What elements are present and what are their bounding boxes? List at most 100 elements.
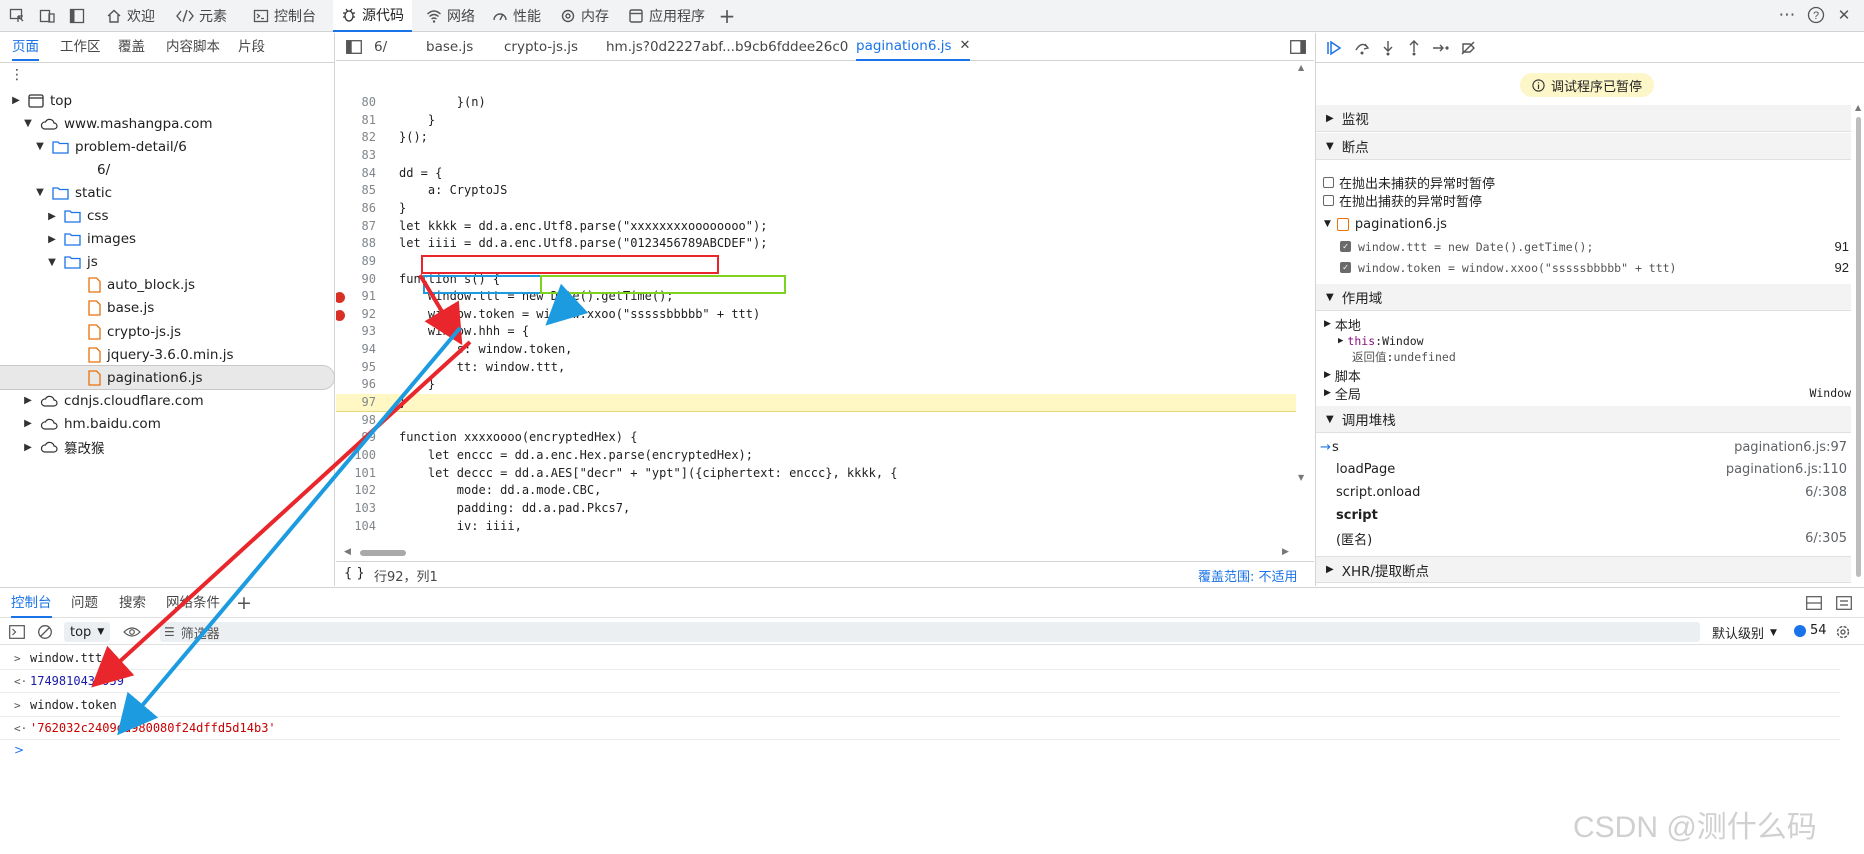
- editor-vertical-scrollbar[interactable]: ▲ ▼: [1294, 63, 1308, 483]
- nav-tab-overrides[interactable]: 覆盖: [118, 33, 145, 61]
- console-settings-icon[interactable]: [1834, 623, 1852, 641]
- live-expression-icon[interactable]: [122, 623, 142, 641]
- breakpoint-checkbox[interactable]: ✓: [1340, 262, 1351, 273]
- expand-arrow-icon[interactable]: ▶: [46, 211, 58, 222]
- tree-item[interactable]: ▼ www.mashangpa.com: [0, 112, 334, 135]
- tree-item[interactable]: ▶ images: [0, 228, 334, 251]
- line-number[interactable]: 84: [336, 165, 376, 183]
- help-button[interactable]: ?: [1805, 4, 1827, 26]
- breakpoints-section-header[interactable]: ▼ 断点: [1316, 133, 1851, 160]
- expand-arrow-icon[interactable]: ▼: [34, 187, 46, 198]
- breakpoint-checkbox[interactable]: ✓: [1340, 241, 1351, 252]
- frame-location[interactable]: 6/:305: [1805, 531, 1847, 546]
- step-over-icon[interactable]: [1352, 39, 1372, 57]
- code-line[interactable]: 96 }: [336, 376, 1296, 394]
- code-line[interactable]: 81 }: [336, 112, 1296, 130]
- xhr-breakpoints-section-header[interactable]: ▶ XHR/提取断点: [1316, 556, 1851, 583]
- expand-arrow-icon[interactable]: ▶: [10, 95, 22, 106]
- code-line[interactable]: 104 iv: iiii,: [336, 518, 1296, 533]
- console-message[interactable]: <· 1749810438959: [0, 670, 1840, 694]
- tab-memory[interactable]: 内存: [552, 0, 617, 32]
- drawer-tab-network-conditions[interactable]: 网络条件: [166, 588, 220, 618]
- console-sidebar-icon[interactable]: [8, 623, 26, 641]
- scope-global-row[interactable]: ▶ 全局 Window: [1316, 384, 1851, 403]
- code-area[interactable]: 80 }(n) 81 } 82}(); 83 84 dd = {85 a: CryptoJ…: [336, 53, 1296, 533]
- code-line[interactable]: 86}: [336, 200, 1296, 218]
- deactivate-breakpoints-icon[interactable]: [1458, 39, 1478, 57]
- console-message[interactable]: <· '762032c2409dd980080f24dffd5d14b3': [0, 717, 1840, 740]
- line-number[interactable]: 83: [336, 147, 376, 165]
- breakpoint-item[interactable]: ✓ window.token = window.xxoo("sssssbbbbb…: [1316, 257, 1851, 278]
- scope-section-header[interactable]: ▼ 作用域: [1316, 284, 1851, 311]
- step-out-icon[interactable]: [1404, 39, 1424, 57]
- line-number[interactable]: 80: [336, 94, 376, 112]
- scope-this-row[interactable]: ▶ this: Window: [1316, 333, 1851, 349]
- code-line[interactable]: 83: [336, 147, 1296, 165]
- line-number[interactable]: 95: [336, 359, 376, 377]
- close-devtools-button[interactable]: ✕: [1833, 4, 1855, 26]
- console-message[interactable]: > window.ttt: [0, 647, 1840, 670]
- add-drawer-tab-button[interactable]: +: [236, 588, 252, 618]
- watch-section-header[interactable]: ▶ 监视: [1316, 105, 1851, 132]
- nav-tab-snippets[interactable]: 片段: [238, 33, 265, 61]
- inspect-element-icon[interactable]: [6, 6, 28, 26]
- drawer-tab-search[interactable]: 搜索: [119, 588, 146, 618]
- code-line[interactable]: 103 padding: dd.a.pad.Pkcs7,: [336, 500, 1296, 518]
- line-number[interactable]: 97: [336, 394, 376, 412]
- nav-tab-content-scripts[interactable]: 内容脚本: [166, 33, 220, 61]
- nav-tab-workspace[interactable]: 工作区: [60, 33, 101, 61]
- tree-item[interactable]: jquery-3.6.0.min.js: [0, 343, 334, 366]
- navigator-menu-icon[interactable]: ⋮: [10, 67, 24, 83]
- tree-item[interactable]: ▶ 篡改猴: [0, 436, 334, 459]
- resume-icon[interactable]: [1324, 39, 1344, 57]
- pretty-print-button[interactable]: { }: [344, 566, 365, 581]
- expand-arrow-icon[interactable]: ▶: [46, 234, 58, 245]
- callstack-section-header[interactable]: ▼ 调用堆栈: [1316, 406, 1851, 433]
- line-number[interactable]: 86: [336, 200, 376, 218]
- line-number[interactable]: 90: [336, 271, 376, 289]
- code-line[interactable]: 84 dd = {: [336, 165, 1296, 183]
- callstack-frame[interactable]: (匿名) 6/:305: [1316, 527, 1851, 549]
- breakpoint-file-row[interactable]: ▼ pagination6.js: [1316, 214, 1851, 234]
- expand-arrow-icon[interactable]: ▶: [22, 442, 34, 453]
- more-options-button[interactable]: ⋯: [1776, 4, 1798, 26]
- context-selector[interactable]: top ▼: [64, 622, 111, 642]
- callstack-frame[interactable]: script.onload 6/:308: [1316, 482, 1851, 504]
- tree-item[interactable]: crypto-js.js: [0, 320, 334, 343]
- code-line[interactable]: 88 let iiii = dd.a.enc.Utf8.parse("012345…: [336, 235, 1296, 253]
- frame-location[interactable]: 6/:308: [1805, 485, 1847, 500]
- line-number[interactable]: 89: [336, 253, 376, 271]
- line-number[interactable]: 104: [336, 518, 376, 533]
- coverage-status[interactable]: 覆盖范围: 不适用: [1198, 566, 1298, 585]
- callstack-frame[interactable]: → s pagination6.js:97: [1316, 436, 1851, 458]
- tree-item[interactable]: base.js: [0, 297, 334, 320]
- scope-script-row[interactable]: ▶ 脚本: [1316, 366, 1851, 385]
- tab-application[interactable]: 应用程序: [620, 0, 713, 32]
- console-message[interactable]: > window.token: [0, 694, 1840, 717]
- console-prompt[interactable]: >: [14, 743, 24, 757]
- code-line[interactable]: 94 s: window.token,: [336, 341, 1296, 359]
- tree-item[interactable]: auto_block.js: [0, 274, 334, 297]
- tab-console[interactable]: 控制台: [245, 0, 324, 32]
- code-line[interactable]: 99 function xxxxoooo(encryptedHex) {: [336, 429, 1296, 447]
- tab-sources[interactable]: 源代码: [333, 0, 412, 32]
- expand-arrow-icon[interactable]: ▼: [22, 118, 34, 129]
- line-number[interactable]: 101: [336, 465, 376, 483]
- tree-item[interactable]: pagination6.js: [0, 365, 335, 391]
- line-number[interactable]: 98: [336, 412, 376, 430]
- tab-performance[interactable]: 性能: [484, 0, 549, 32]
- line-number[interactable]: 93: [336, 323, 376, 341]
- tree-item[interactable]: ▶ top: [0, 89, 334, 112]
- code-line[interactable]: 95 tt: window.ttt,: [336, 359, 1296, 377]
- pause-caught-row[interactable]: 在抛出捕获的异常时暂停: [1316, 191, 1851, 210]
- pause-uncaught-row[interactable]: 在抛出未捕获的异常时暂停: [1316, 173, 1851, 192]
- step-into-icon[interactable]: [1378, 39, 1398, 57]
- breakpoint-item[interactable]: ✓ window.ttt = new Date().getTime(); 91: [1316, 236, 1851, 257]
- code-line[interactable]: 92 window.token = window.xxoo("sssssbbbb…: [336, 306, 1296, 324]
- line-number[interactable]: 85: [336, 182, 376, 200]
- tree-item[interactable]: ▼ static: [0, 181, 334, 204]
- dock-drawer-icon[interactable]: [1804, 594, 1824, 612]
- line-number[interactable]: 99: [336, 429, 376, 447]
- line-number[interactable]: 103: [336, 500, 376, 518]
- tree-item[interactable]: ▶ hm.baidu.com: [0, 412, 334, 435]
